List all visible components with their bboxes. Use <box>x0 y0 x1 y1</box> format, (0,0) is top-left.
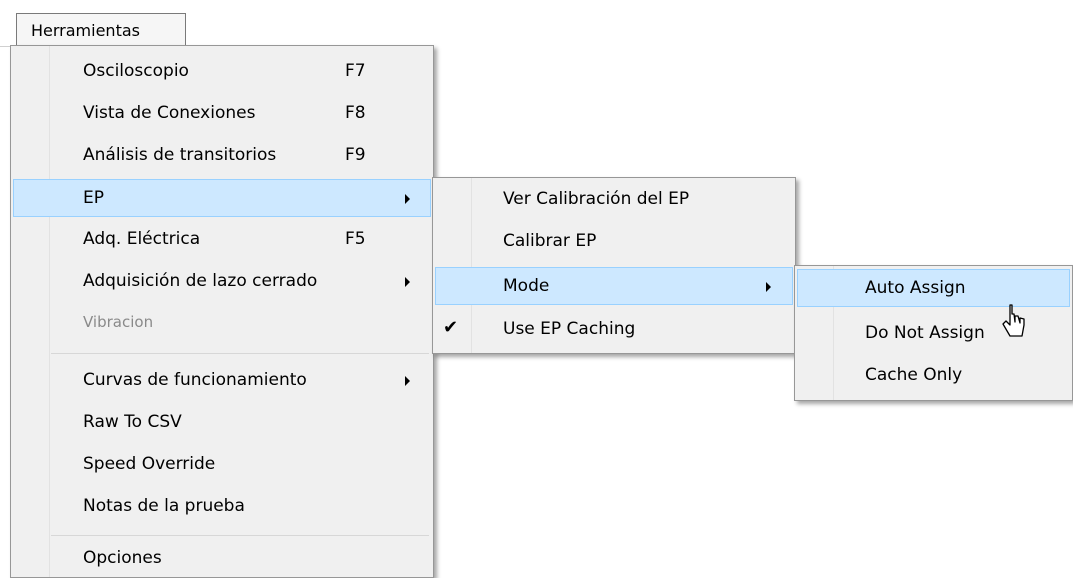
menu-item-adquisicion-lazo-cerrado[interactable]: Adquisición de lazo cerrado <box>13 263 431 301</box>
shortcut-label: F9 <box>345 145 366 165</box>
menu-item-vibracion: Vibracion <box>13 305 431 343</box>
menu-item-calibrar-ep[interactable]: Calibrar EP <box>435 223 793 261</box>
menu-item-label: Cache Only <box>865 365 963 385</box>
menu-item-label: Opciones <box>83 548 162 568</box>
chevron-right-icon <box>766 282 771 292</box>
menu-item-ep[interactable]: EP <box>13 179 431 217</box>
menu-item-speed-override[interactable]: Speed Override <box>13 446 431 484</box>
chevron-right-icon <box>405 277 410 287</box>
menu-item-label: Notas de la prueba <box>83 496 245 516</box>
shortcut-label: F8 <box>345 103 366 123</box>
menu-item-label: Use EP Caching <box>503 319 636 339</box>
menu-item-ver-calibracion-ep[interactable]: Ver Calibración del EP <box>435 181 793 219</box>
shortcut-label: F7 <box>345 61 366 81</box>
checkmark-icon: ✔ <box>443 317 459 338</box>
menu-item-label: Adq. Eléctrica <box>83 229 201 249</box>
menu-herramientas-label: Herramientas <box>31 21 140 40</box>
menu-item-label: Adquisición de lazo cerrado <box>83 271 318 291</box>
menu-item-opciones[interactable]: Opciones <box>13 540 431 578</box>
menu-item-label: Análisis de transitorios <box>83 145 277 165</box>
menu-item-label: Do Not Assign <box>865 323 985 343</box>
chevron-right-icon <box>405 194 410 204</box>
shortcut-label: F5 <box>345 229 366 249</box>
menu-item-vista-conexiones[interactable]: Vista de Conexiones F8 <box>13 95 431 133</box>
menu-item-do-not-assign[interactable]: Do Not Assign <box>797 315 1070 353</box>
menu-item-curvas-funcionamiento[interactable]: Curvas de funcionamiento <box>13 362 431 400</box>
menu-item-label: Ver Calibración del EP <box>503 189 690 209</box>
mouse-pointer-icon <box>1000 303 1028 346</box>
menu-item-label: Speed Override <box>83 454 216 474</box>
menu-item-label: Raw To CSV <box>83 412 182 432</box>
menu-item-raw-to-csv[interactable]: Raw To CSV <box>13 404 431 442</box>
mode-submenu: Auto Assign Do Not Assign Cache Only <box>794 265 1073 401</box>
menu-item-label: Curvas de funcionamiento <box>83 370 307 390</box>
menu-item-label: Vista de Conexiones <box>83 103 256 123</box>
menu-item-auto-assign[interactable]: Auto Assign <box>797 269 1070 307</box>
menu-item-notas-prueba[interactable]: Notas de la prueba <box>13 488 431 526</box>
menu-item-label: EP <box>83 188 104 208</box>
menu-herramientas[interactable]: Herramientas <box>16 13 186 46</box>
ep-submenu: Ver Calibración del EP Calibrar EP Mode … <box>432 177 796 354</box>
menu-separator <box>51 535 429 536</box>
chevron-right-icon <box>405 376 410 386</box>
menu-item-use-ep-caching[interactable]: ✔ Use EP Caching <box>435 311 793 349</box>
menu-item-label: Vibracion <box>83 313 154 331</box>
menu-item-mode[interactable]: Mode <box>435 267 793 305</box>
menu-item-label: Mode <box>503 276 550 296</box>
menu-item-label: Auto Assign <box>865 278 966 298</box>
menu-item-analisis-transitorios[interactable]: Análisis de transitorios F9 <box>13 137 431 175</box>
menu-item-cache-only[interactable]: Cache Only <box>797 357 1070 395</box>
menu-item-osciloscopio[interactable]: Osciloscopio F7 <box>13 53 431 91</box>
menu-separator <box>51 353 429 354</box>
menu-item-label: Calibrar EP <box>503 231 597 251</box>
menu-item-adq-electrica[interactable]: Adq. Eléctrica F5 <box>13 221 431 259</box>
menu-item-label: Osciloscopio <box>83 61 189 81</box>
herramientas-dropdown: Osciloscopio F7 Vista de Conexiones F8 A… <box>10 45 434 578</box>
